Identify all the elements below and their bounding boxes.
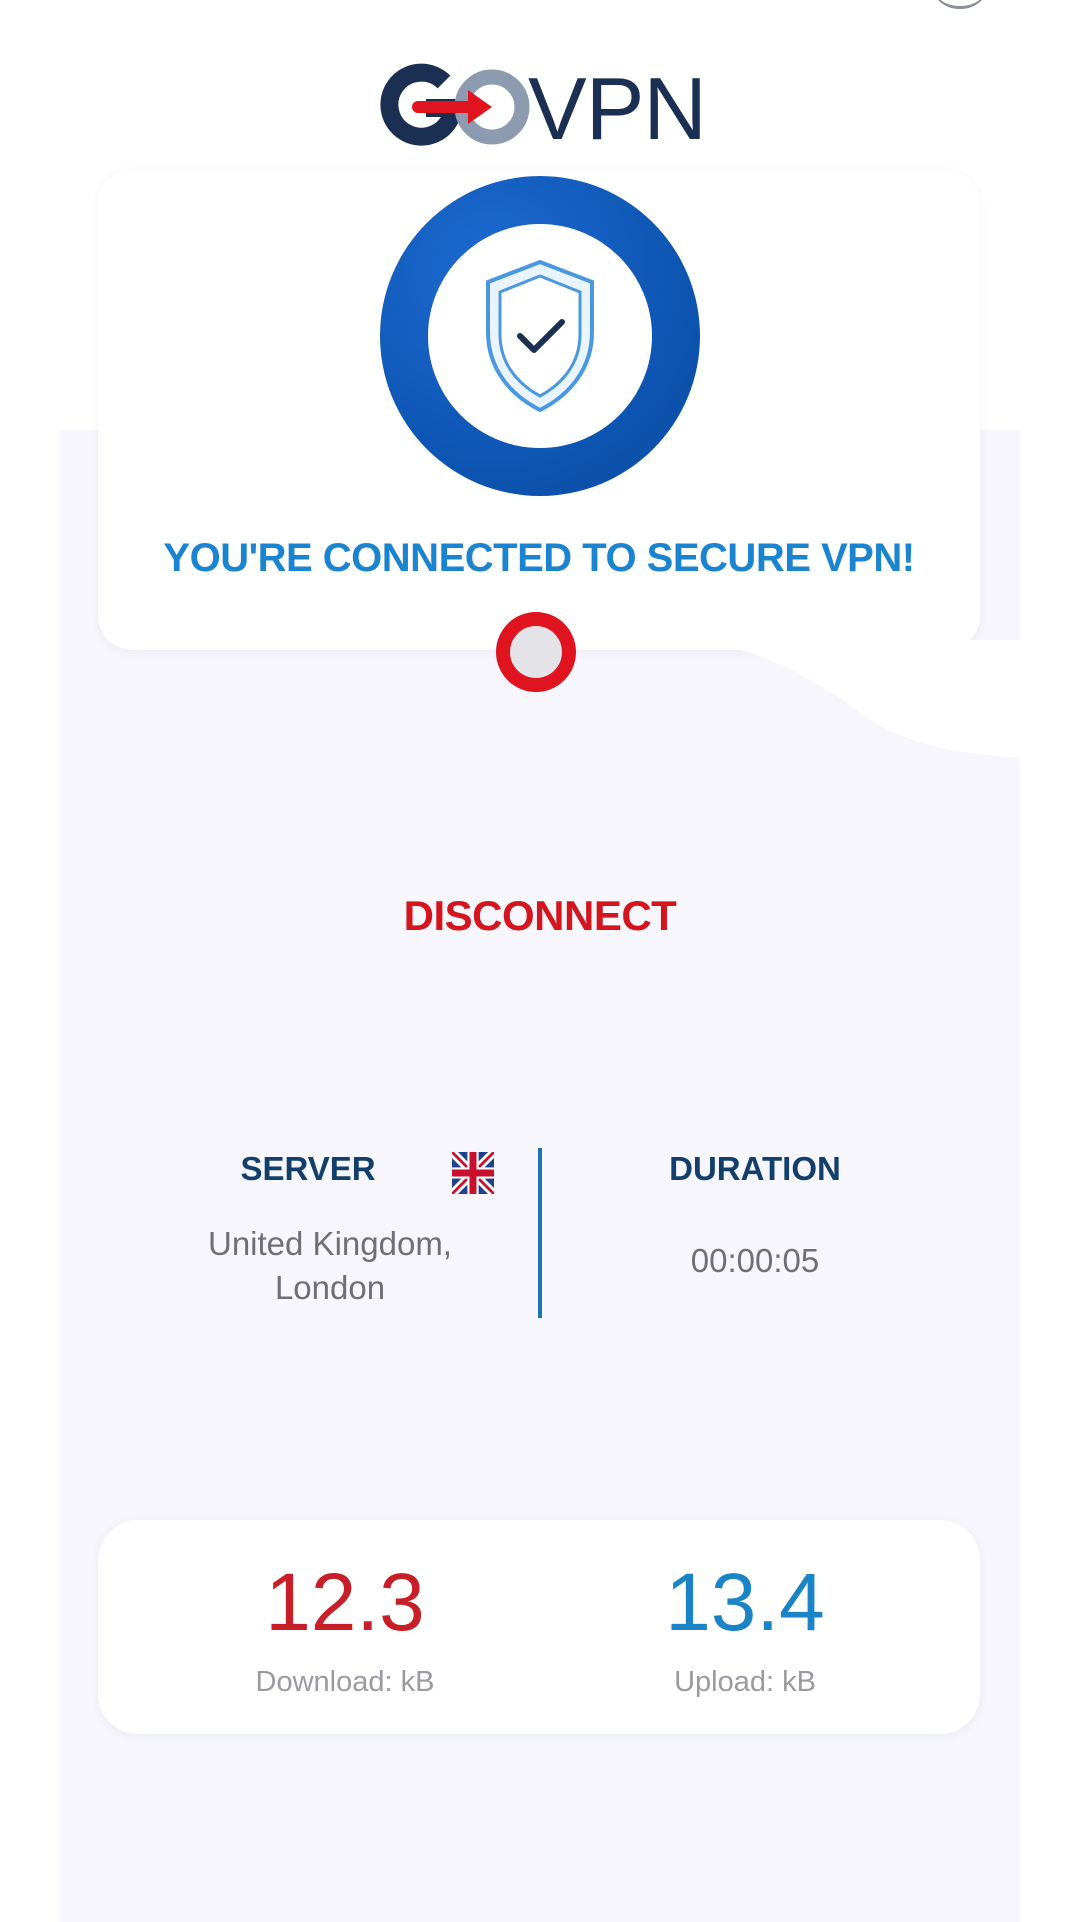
menu-corner-icon[interactable] [930, 0, 990, 9]
duration-heading: DURATION [669, 1150, 841, 1187]
server-heading: SERVER [240, 1150, 376, 1187]
upload-value: 13.4 [665, 1557, 825, 1648]
disconnect-button[interactable]: DISCONNECT [0, 892, 1080, 940]
decorative-wave [700, 640, 1030, 758]
connection-status-text: YOU'RE CONNECTED TO SECURE VPN! [163, 536, 915, 580]
download-value: 12.3 [265, 1557, 425, 1648]
shield-check-icon [486, 259, 594, 413]
info-divider [538, 1148, 542, 1318]
govpn-logo: VPN [374, 59, 707, 158]
logo-mark-icon [380, 63, 530, 146]
upload-label: Upload: kB [674, 1666, 816, 1698]
download-label: Download: kB [255, 1666, 435, 1698]
server-location-line2: London [274, 1269, 386, 1306]
server-location: United Kingdom, London [188, 1222, 472, 1310]
server-location-line1: United Kingdom, [208, 1225, 452, 1262]
duration-value: 00:00:05 [690, 1242, 820, 1279]
power-toggle-button[interactable] [496, 612, 576, 692]
logo-text: VPN [528, 59, 707, 158]
uk-flag-icon [452, 1152, 494, 1194]
